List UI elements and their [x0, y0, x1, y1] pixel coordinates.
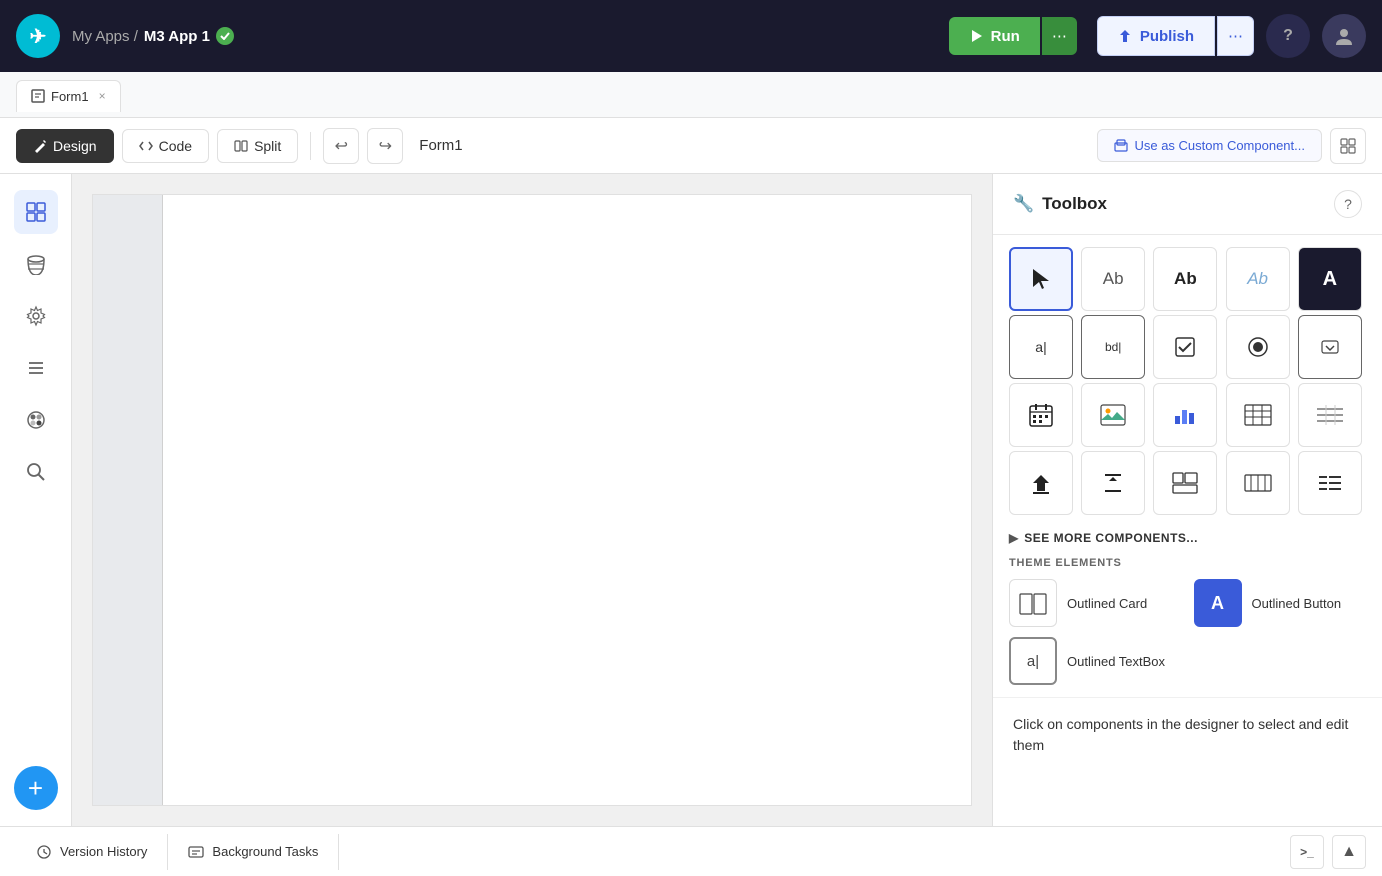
tool-text-thin[interactable]: Ab	[1226, 247, 1290, 311]
tool-input[interactable]: a|	[1009, 315, 1073, 379]
tool-text-bold[interactable]: Ab	[1153, 247, 1217, 311]
redo-button[interactable]: ↪	[367, 128, 403, 164]
tool-cursor[interactable]	[1009, 247, 1073, 311]
terminal-button[interactable]: >_	[1290, 835, 1324, 869]
sidebar-item-settings[interactable]	[14, 294, 58, 338]
split-button[interactable]: Split	[217, 129, 298, 163]
tab-close-icon[interactable]: ×	[99, 89, 106, 103]
app-name: M3 App 1	[144, 28, 210, 45]
outlined-button-label: Outlined Button	[1252, 596, 1342, 611]
breadcrumb: My Apps / M3 App 1	[72, 27, 234, 45]
tool-checkbox[interactable]	[1153, 315, 1217, 379]
sidebar-item-components[interactable]	[14, 190, 58, 234]
toolbox-title: 🔧 Toolbox	[1013, 194, 1107, 214]
user-avatar[interactable]	[1322, 14, 1366, 58]
tool-multiline[interactable]: bd|	[1081, 315, 1145, 379]
outlined-button-icon: A	[1194, 579, 1242, 627]
tool-separator[interactable]	[1081, 451, 1145, 515]
hint-area: Click on components in the designer to s…	[993, 697, 1382, 772]
run-more-button[interactable]: ⋯	[1042, 17, 1077, 55]
help-button[interactable]: ?	[1266, 14, 1310, 58]
canvas-inner[interactable]	[92, 194, 972, 806]
sidebar-item-theme[interactable]	[14, 398, 58, 442]
canvas-area[interactable]	[72, 174, 992, 826]
tab-bar: Form1 ×	[0, 72, 1382, 118]
left-sidebar: +	[0, 174, 72, 826]
tool-form-grid[interactable]	[1298, 383, 1362, 447]
sidebar-item-list[interactable]	[14, 346, 58, 390]
tool-image[interactable]	[1081, 383, 1145, 447]
theme-outlined-card[interactable]: Outlined Card	[1009, 579, 1182, 627]
tool-layout[interactable]	[1153, 451, 1217, 515]
background-tasks-tab[interactable]: Background Tasks	[168, 834, 339, 870]
publish-more-button[interactable]: ⋯	[1217, 16, 1254, 56]
publish-button-group: Publish ⋯	[1097, 16, 1254, 56]
undo-button[interactable]: ↩	[323, 128, 359, 164]
status-indicator	[216, 27, 234, 45]
version-history-tab[interactable]: Version History	[16, 834, 168, 870]
top-nav: ✈ My Apps / M3 App 1 Run ⋯ Publish ⋯ ?	[0, 0, 1382, 72]
tool-text-label[interactable]: Ab	[1081, 247, 1145, 311]
see-more-button[interactable]: ▶ SEE MORE COMPONENTS...	[993, 527, 1382, 553]
toolbox-scroll: Ab Ab Ab A a| bd|	[993, 235, 1382, 826]
sidebar-item-search[interactable]	[14, 450, 58, 494]
main-layout: + 🔧 Toolbox ? Ab	[0, 174, 1382, 826]
outlined-textbox-label: Outlined TextBox	[1067, 654, 1165, 669]
theme-items: Outlined Card A Outlined Button a| Outli…	[1009, 579, 1366, 685]
app-logo[interactable]: ✈	[16, 14, 60, 58]
tool-text-filled[interactable]: A	[1298, 247, 1362, 311]
theme-section-label: THEME ELEMENTS	[1009, 557, 1366, 569]
hint-text: Click on components in the designer to s…	[1013, 714, 1362, 756]
toolbox-help-button[interactable]: ?	[1334, 190, 1362, 218]
toolbox-icon: 🔧	[1013, 194, 1034, 214]
toolbar: Design Code Split ↩ ↪ Form1 Use as Custo…	[0, 118, 1382, 174]
theme-section: THEME ELEMENTS Outlined Card A Outlined …	[993, 553, 1382, 697]
theme-outlined-textbox[interactable]: a| Outlined TextBox	[1009, 637, 1366, 685]
theme-row-2: a| Outlined TextBox	[1009, 637, 1366, 685]
tool-calendar[interactable]	[1009, 383, 1073, 447]
bottom-bar: Version History Background Tasks >_ ▲	[0, 826, 1382, 876]
tab-label: Form1	[51, 89, 89, 104]
publish-button[interactable]: Publish	[1097, 16, 1215, 56]
toolbox-grid: Ab Ab Ab A a| bd|	[993, 235, 1382, 527]
tool-upload[interactable]	[1009, 451, 1073, 515]
run-button-group: Run ⋯	[949, 17, 1077, 55]
bottom-actions: >_ ▲	[1290, 835, 1366, 869]
version-history-label: Version History	[60, 844, 147, 859]
see-more-label: SEE MORE COMPONENTS...	[1024, 531, 1198, 545]
theme-outlined-button[interactable]: A Outlined Button	[1194, 579, 1367, 627]
canvas-left-panel	[93, 195, 163, 805]
expand-button[interactable]: ▲	[1332, 835, 1366, 869]
grid-toggle-button[interactable]	[1330, 128, 1366, 164]
add-component-button[interactable]: +	[14, 766, 58, 810]
form-name-label: Form1	[419, 137, 462, 154]
custom-component-button[interactable]: Use as Custom Component...	[1097, 129, 1322, 162]
tool-hstack[interactable]	[1226, 451, 1290, 515]
outlined-card-label: Outlined Card	[1067, 596, 1147, 611]
tool-radio[interactable]	[1226, 315, 1290, 379]
run-button[interactable]: Run	[949, 17, 1040, 55]
tool-list-view[interactable]	[1298, 451, 1362, 515]
tool-data-grid[interactable]	[1226, 383, 1290, 447]
divider-1	[310, 132, 311, 160]
sidebar-item-database[interactable]	[14, 242, 58, 286]
toolbox-panel: 🔧 Toolbox ? Ab Ab Ab A	[992, 174, 1382, 826]
tool-chart[interactable]	[1153, 383, 1217, 447]
theme-row-1: Outlined Card A Outlined Button	[1009, 579, 1366, 627]
tool-dropdown[interactable]	[1298, 315, 1362, 379]
outlined-textbox-icon: a|	[1009, 637, 1057, 685]
tab-form1[interactable]: Form1 ×	[16, 80, 121, 112]
design-button[interactable]: Design	[16, 129, 114, 163]
background-tasks-label: Background Tasks	[212, 844, 318, 859]
toolbox-header: 🔧 Toolbox ?	[993, 174, 1382, 235]
outlined-card-icon	[1009, 579, 1057, 627]
code-button[interactable]: Code	[122, 129, 209, 163]
